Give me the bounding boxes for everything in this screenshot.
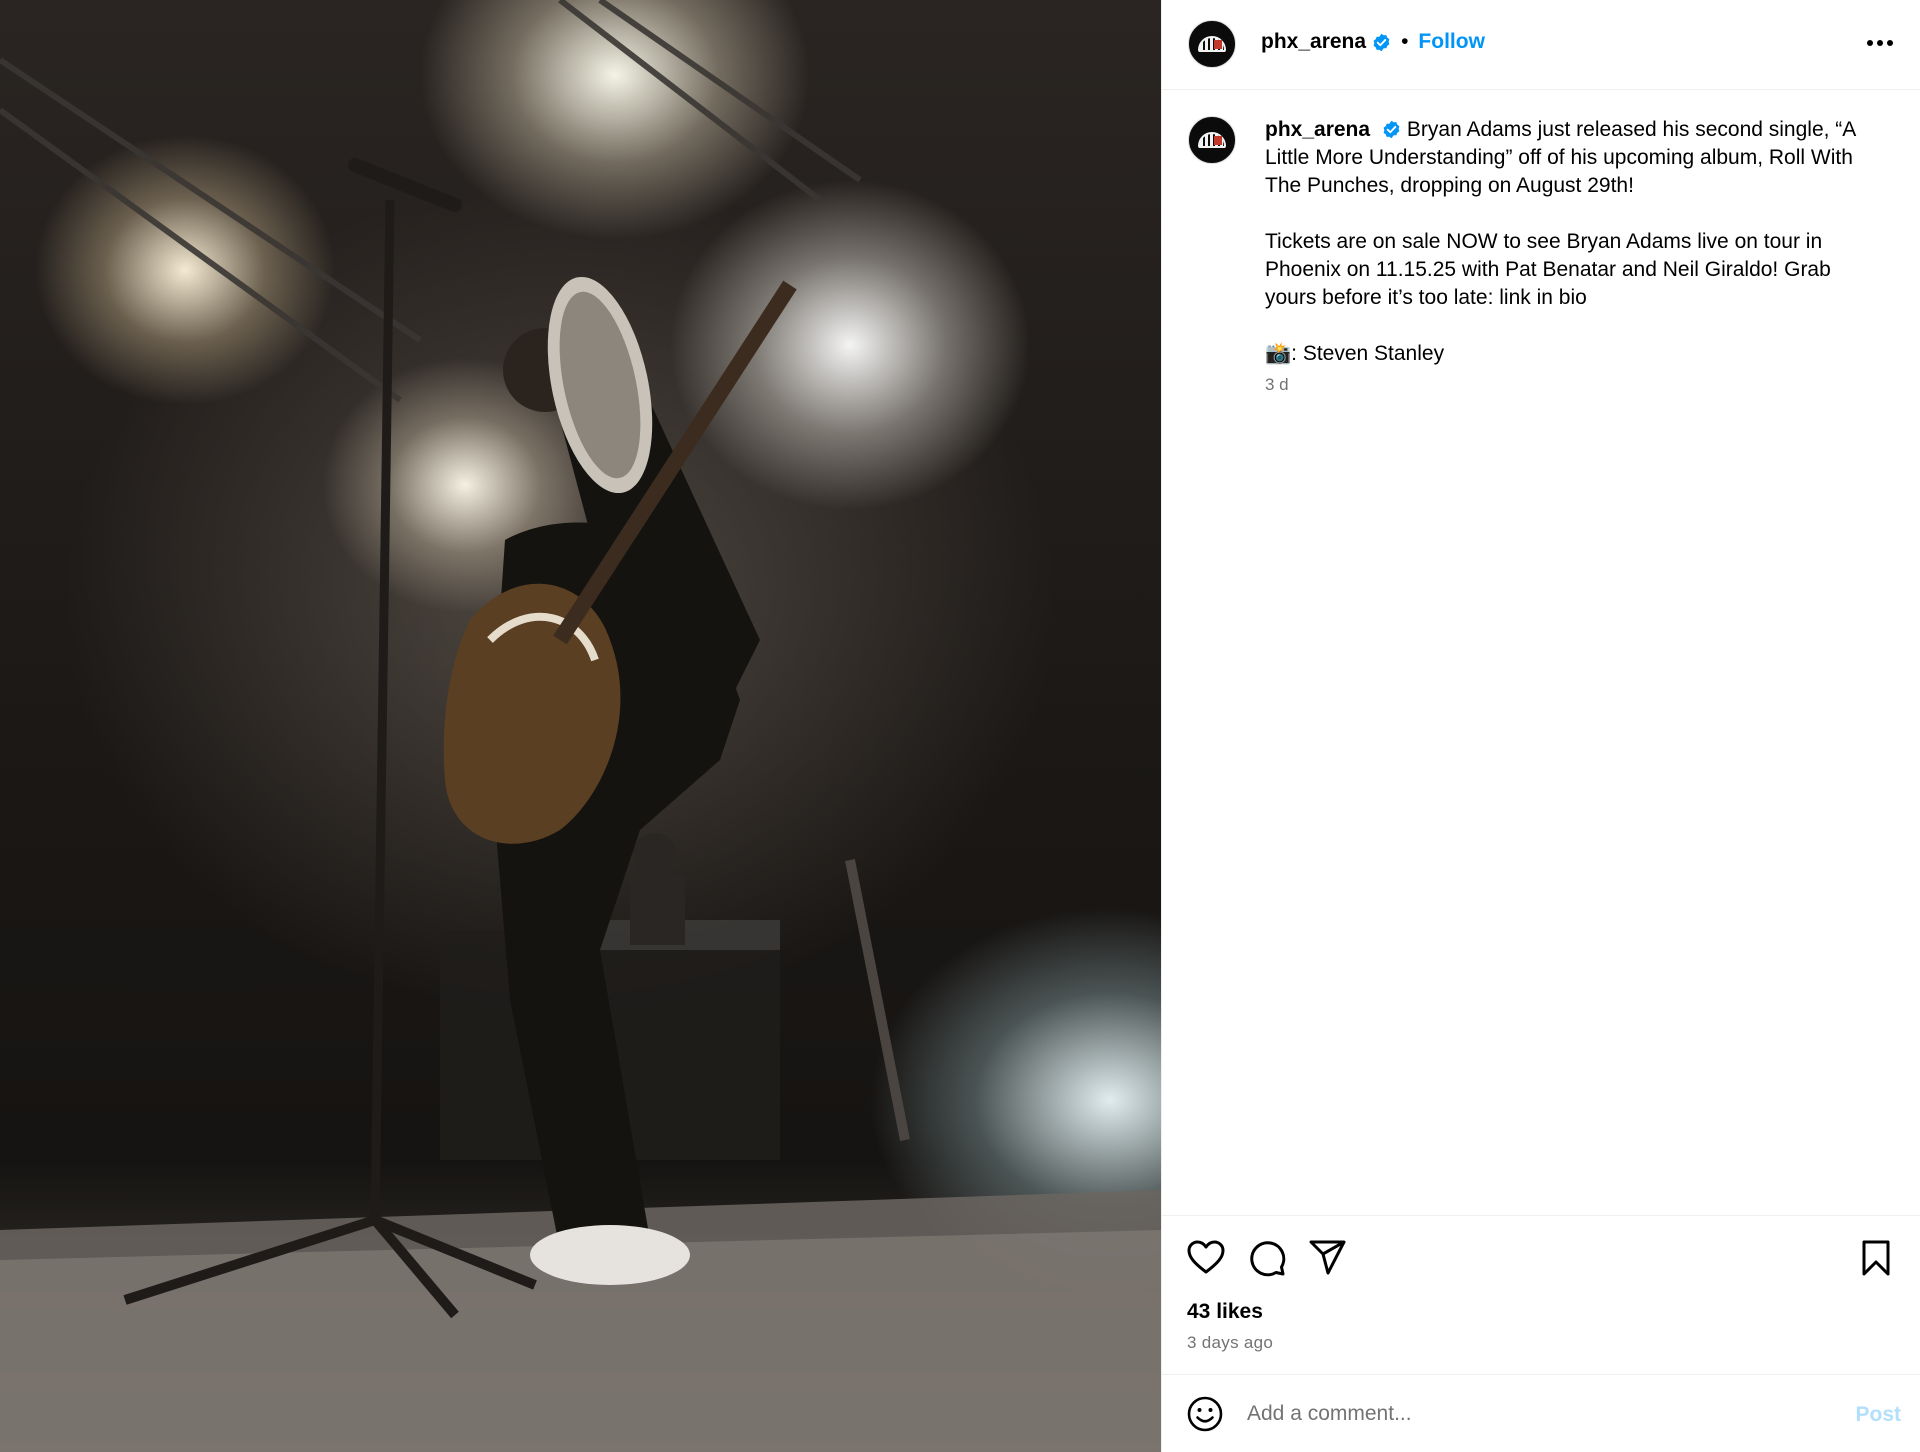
caption-section: phx_arena Bryan Adams just released his … (1162, 90, 1920, 1215)
caption-username[interactable]: phx_arena (1265, 118, 1370, 141)
comment-bar: Post (1162, 1374, 1920, 1452)
post-header: phx_arena • Follow (1162, 0, 1920, 90)
caption-text: phx_arena Bryan Adams just released his … (1265, 116, 1885, 368)
arena-logo-icon (1198, 36, 1226, 52)
caption-avatar[interactable] (1188, 116, 1236, 164)
camera-emoji: 📸 (1265, 342, 1292, 365)
posted-time[interactable]: 3 days ago (1187, 1333, 1273, 1353)
post-photo[interactable] (0, 0, 1161, 1452)
concert-photo (0, 0, 1161, 1452)
share-send-icon[interactable] (1308, 1238, 1348, 1278)
comment-input[interactable] (1247, 1393, 1807, 1435)
likes-count[interactable]: 43 likes (1187, 1300, 1263, 1324)
action-bar: 43 likes 3 days ago (1162, 1215, 1920, 1375)
save-bookmark-icon[interactable] (1856, 1238, 1896, 1278)
like-heart-icon[interactable] (1186, 1238, 1226, 1278)
post-comment-button[interactable]: Post (1855, 1403, 1901, 1427)
more-options-icon[interactable] (1863, 28, 1897, 58)
verified-badge-icon (1383, 120, 1400, 139)
header-username[interactable]: phx_arena (1261, 30, 1366, 54)
photo-credit: : Steven Stanley (1291, 342, 1445, 365)
arena-logo-icon (1198, 132, 1226, 148)
header-separator: • (1401, 30, 1409, 53)
comment-bubble-icon[interactable] (1247, 1238, 1287, 1278)
verified-badge-icon (1373, 33, 1390, 51)
header-user: phx_arena • Follow (1261, 30, 1485, 54)
post-details-panel: phx_arena • Follow phx_arena Bryan Adams… (1161, 0, 1920, 1452)
caption-paragraph-2: Tickets are on sale NOW to see Bryan Ada… (1265, 230, 1831, 309)
avatar[interactable] (1188, 20, 1236, 68)
emoji-icon[interactable] (1186, 1395, 1224, 1433)
follow-button[interactable]: Follow (1418, 30, 1485, 54)
caption-timestamp[interactable]: 3 d (1265, 375, 1289, 395)
